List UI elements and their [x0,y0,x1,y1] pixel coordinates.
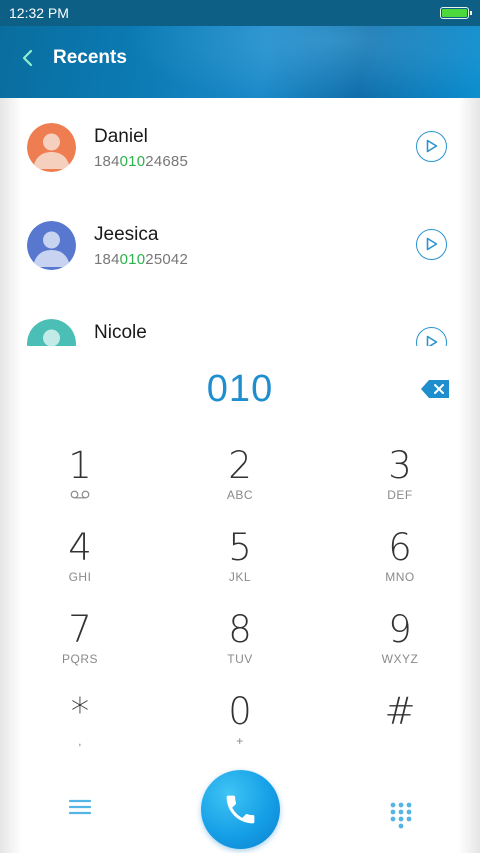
dialpad-icon[interactable] [389,801,413,829]
key-digit: * [70,690,90,733]
voicemail-icon [70,490,90,499]
key-letters: , [78,734,82,748]
key-letters: JKL [228,570,252,584]
dial-display: 010 [0,346,480,434]
key-letters: GHI [68,570,92,584]
contact-number: 18401025042 [94,251,188,268]
key-5[interactable]: 5 JKL [160,516,320,598]
play-icon[interactable] [416,229,447,260]
app-bar: Recents [0,26,480,98]
key-digit: 4 [68,526,92,569]
key-3[interactable]: 3 DEF [320,434,480,516]
key-4[interactable]: 4 GHI [0,516,160,598]
key-digit: 5 [228,526,252,569]
recent-item-daniel[interactable]: Daniel 18401024685 [0,98,480,196]
key-7[interactable]: 7 PQRS [0,598,160,680]
keypad: 1 2 ABC 3 DEF 4 GHI 5 JKL 6 MNO 7 PQRS 8… [0,434,480,764]
key-hash[interactable]: # [320,680,480,762]
play-icon[interactable] [416,327,447,346]
contact-name: Nicole [94,322,147,343]
avatar [27,319,76,346]
key-6[interactable]: 6 MNO [320,516,480,598]
recents-list[interactable]: Daniel 18401024685 Jeesica 18401025042 N… [0,98,480,346]
contact-name: Jeesica [94,224,159,245]
key-0[interactable]: 0 + [160,680,320,762]
key-digit: 1 [68,444,92,487]
battery-icon [440,7,472,19]
avatar [27,221,76,270]
dialed-number[interactable]: 010 [0,368,480,411]
key-letters: MNO [385,570,415,584]
key-1[interactable]: 1 [0,434,160,516]
phone-icon [226,795,255,824]
key-letters: TUV [227,652,253,666]
bottom-bar [0,764,480,853]
menu-icon[interactable] [68,797,92,817]
key-letters: + [236,734,244,748]
key-letters: ABC [226,488,254,502]
key-8[interactable]: 8 TUV [160,598,320,680]
avatar [27,123,76,172]
play-icon[interactable] [416,131,447,162]
key-digit: 2 [228,444,252,487]
key-digit: 6 [388,526,412,569]
recent-item-nicole[interactable]: Nicole [0,294,480,346]
key-digit: # [384,690,416,733]
back-arrow-icon[interactable] [20,46,36,70]
key-9[interactable]: 9 WXYZ [320,598,480,680]
key-digit: 0 [228,690,252,733]
call-button[interactable] [201,770,280,849]
key-digit: 9 [388,608,412,651]
page-title: Recents [53,47,127,68]
backspace-icon[interactable] [420,379,450,399]
key-digit: 7 [68,608,92,651]
key-letters: DEF [387,488,413,502]
key-letters: PQRS [61,652,98,666]
recent-item-jeesica[interactable]: Jeesica 18401025042 [0,196,480,294]
key-letters: WXYZ [381,652,419,666]
key-digit: 3 [388,444,412,487]
contact-name: Daniel [94,126,148,147]
key-digit: 8 [228,608,252,651]
contact-number: 18401024685 [94,153,188,170]
status-bar: 12:32 PM [0,0,480,26]
key-star[interactable]: * , [0,680,160,762]
key-2[interactable]: 2 ABC [160,434,320,516]
status-time: 12:32 PM [9,5,69,21]
